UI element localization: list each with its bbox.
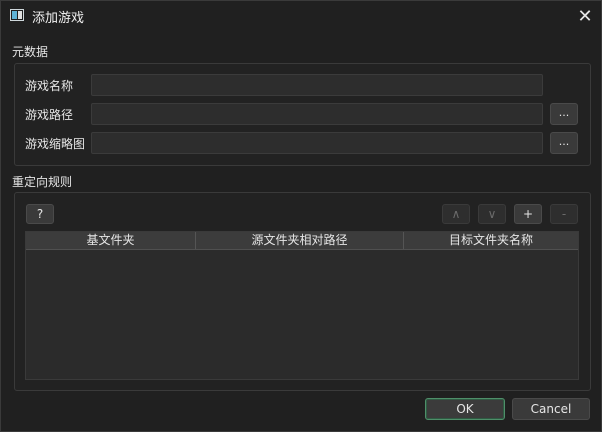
game-name-label: 游戏名称: [25, 79, 74, 93]
game-thumbnail-input[interactable]: [91, 132, 543, 154]
help-button[interactable]: ?: [26, 204, 54, 224]
ok-button[interactable]: OK: [425, 398, 505, 420]
game-path-input[interactable]: [91, 103, 543, 125]
redirect-section-label: 重定向规则: [12, 175, 73, 189]
column-header-source-relative-path[interactable]: 源文件夹相对路径: [196, 232, 404, 249]
remove-rule-button[interactable]: -: [550, 204, 578, 224]
table-header: 基文件夹 源文件夹相对路径 目标文件夹名称: [26, 232, 578, 250]
cancel-button[interactable]: Cancel: [512, 398, 590, 420]
dialog-title: 添加游戏: [32, 11, 85, 26]
redirect-rules-table[interactable]: 基文件夹 源文件夹相对路径 目标文件夹名称: [25, 231, 579, 380]
column-header-base-folder[interactable]: 基文件夹: [26, 232, 196, 249]
title-bar: 添加游戏 ✕: [1, 1, 601, 31]
move-down-button[interactable]: ∨: [478, 204, 506, 224]
game-name-input[interactable]: [91, 74, 543, 96]
add-rule-button[interactable]: +: [514, 204, 542, 224]
browse-thumbnail-button[interactable]: ...: [550, 132, 578, 154]
move-up-button[interactable]: ∧: [442, 204, 470, 224]
game-thumbnail-label: 游戏缩略图: [25, 137, 86, 151]
close-icon[interactable]: ✕: [571, 3, 599, 29]
metadata-section-label: 元数据: [12, 45, 49, 59]
browse-game-path-button[interactable]: ...: [550, 103, 578, 125]
app-icon: [10, 9, 24, 21]
game-path-label: 游戏路径: [25, 108, 74, 122]
column-header-target-folder-name[interactable]: 目标文件夹名称: [404, 232, 578, 249]
add-game-dialog: 添加游戏 ✕ 元数据 游戏名称 游戏路径 ... 游戏缩略图 ... 重定向规则…: [0, 0, 602, 432]
